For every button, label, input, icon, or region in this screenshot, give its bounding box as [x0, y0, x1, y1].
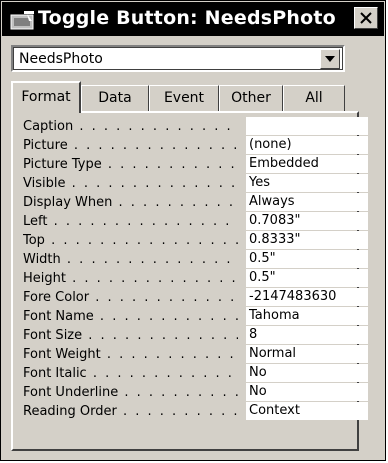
- property-row-height: Height . . . . . . . . . . . . . . . . .…: [23, 269, 368, 288]
- property-value-font-weight[interactable]: Normal: [246, 345, 368, 363]
- property-label: Display When . . . . . . . . . . . . . .…: [23, 193, 238, 212]
- property-label: Left . . . . . . . . . . . . . . . . . .…: [23, 212, 238, 231]
- leader-dots: . . . . . . . . . . . . . . . . . . . . …: [95, 290, 238, 305]
- window-title: Toggle Button: NeedsPhoto: [38, 7, 336, 29]
- property-sheet-window: Toggle Button: NeedsPhoto NeedsPhoto For…: [0, 0, 386, 461]
- property-row-top: Top . . . . . . . . . . . . . . . . . . …: [23, 231, 368, 250]
- property-value-font-underline[interactable]: No: [246, 383, 368, 401]
- leader-dots: . . . . . . . . . . . . . . . . . . . . …: [79, 119, 238, 134]
- property-value-reading-order[interactable]: Context: [246, 402, 368, 420]
- property-value-height[interactable]: 0.5": [246, 269, 368, 287]
- leader-dots: . . . . . . . . . . . . . . . . . . . . …: [124, 385, 238, 400]
- leader-dots: . . . . . . . . . . . . . . . . . . . . …: [107, 157, 238, 172]
- property-label: Font Italic . . . . . . . . . . . . . . …: [23, 364, 238, 383]
- property-label: Caption . . . . . . . . . . . . . . . . …: [23, 117, 238, 136]
- property-label-text: Font Italic: [23, 366, 87, 381]
- leader-dots: . . . . . . . . . . . . . . . . . . . . …: [122, 404, 238, 419]
- property-label-text: Font Weight: [23, 347, 101, 362]
- property-label: Font Weight . . . . . . . . . . . . . . …: [23, 345, 238, 364]
- property-value-display-when[interactable]: Always: [246, 193, 368, 211]
- property-value-font-size[interactable]: 8: [246, 326, 368, 344]
- leader-dots: . . . . . . . . . . . . . . . . . . . . …: [51, 233, 238, 248]
- leader-dots: . . . . . . . . . . . . . . . . . . . . …: [73, 138, 238, 153]
- tab-all[interactable]: All: [283, 85, 345, 111]
- property-label-text: Height: [23, 271, 66, 286]
- property-label: Height . . . . . . . . . . . . . . . . .…: [23, 269, 238, 288]
- property-label: Font Size . . . . . . . . . . . . . . . …: [23, 326, 238, 345]
- leader-dots: . . . . . . . . . . . . . . . . . . . . …: [118, 195, 238, 210]
- property-row-display-when: Display When . . . . . . . . . . . . . .…: [23, 193, 368, 212]
- property-label-text: Left: [23, 214, 48, 229]
- property-label: Width . . . . . . . . . . . . . . . . . …: [23, 250, 238, 269]
- toggle-button-properties-icon: [10, 10, 36, 30]
- property-value-picture-type[interactable]: Embedded: [246, 155, 368, 173]
- property-label: Reading Order . . . . . . . . . . . . . …: [23, 402, 238, 421]
- object-selector-value: NeedsPhoto: [19, 51, 103, 67]
- property-value-width[interactable]: 0.5": [246, 250, 368, 268]
- property-label-text: Display When: [23, 195, 113, 210]
- leader-dots: . . . . . . . . . . . . . . . . . . . . …: [72, 271, 238, 286]
- property-value-visible[interactable]: Yes: [246, 174, 368, 192]
- property-value-fore-color[interactable]: -2147483630: [246, 288, 368, 306]
- close-icon: [360, 12, 372, 24]
- property-label-text: Reading Order: [23, 404, 117, 419]
- property-label: Font Underline . . . . . . . . . . . . .…: [23, 383, 238, 402]
- tab-data[interactable]: Data: [81, 85, 149, 111]
- dropdown-button[interactable]: [320, 49, 340, 69]
- property-row-picture: Picture . . . . . . . . . . . . . . . . …: [23, 136, 368, 155]
- property-row-font-size: Font Size . . . . . . . . . . . . . . . …: [23, 326, 368, 345]
- property-label: Fore Color . . . . . . . . . . . . . . .…: [23, 288, 238, 307]
- tab-format[interactable]: Format: [11, 81, 81, 113]
- object-selector-dropdown[interactable]: NeedsPhoto: [11, 45, 345, 72]
- property-value-font-italic[interactable]: No: [246, 364, 368, 382]
- property-row-fore-color: Fore Color . . . . . . . . . . . . . . .…: [23, 288, 368, 307]
- property-row-reading-order: Reading Order . . . . . . . . . . . . . …: [23, 402, 368, 421]
- property-row-font-underline: Font Underline . . . . . . . . . . . . .…: [23, 383, 368, 402]
- property-label-text: Fore Color: [23, 290, 90, 305]
- leader-dots: . . . . . . . . . . . . . . . . . . . . …: [66, 252, 238, 267]
- property-row-left: Left . . . . . . . . . . . . . . . . . .…: [23, 212, 368, 231]
- property-label-text: Caption: [23, 119, 74, 134]
- leader-dots: . . . . . . . . . . . . . . . . . . . . …: [99, 309, 238, 324]
- property-label: Font Name . . . . . . . . . . . . . . . …: [23, 307, 238, 326]
- property-row-font-name: Font Name . . . . . . . . . . . . . . . …: [23, 307, 368, 326]
- property-label-text: Visible: [23, 176, 66, 191]
- close-button[interactable]: [354, 7, 378, 29]
- leader-dots: . . . . . . . . . . . . . . . . . . . . …: [106, 347, 238, 362]
- title-bar[interactable]: Toggle Button: NeedsPhoto: [2, 2, 384, 36]
- property-row-visible: Visible . . . . . . . . . . . . . . . . …: [23, 174, 368, 193]
- property-row-font-weight: Font Weight . . . . . . . . . . . . . . …: [23, 345, 368, 364]
- property-label: Visible . . . . . . . . . . . . . . . . …: [23, 174, 238, 193]
- property-row-font-italic: Font Italic . . . . . . . . . . . . . . …: [23, 364, 368, 383]
- property-value-font-name[interactable]: Tahoma: [246, 307, 368, 325]
- property-label: Picture . . . . . . . . . . . . . . . . …: [23, 136, 238, 155]
- leader-dots: . . . . . . . . . . . . . . . . . . . . …: [71, 176, 238, 191]
- tab-event[interactable]: Event: [149, 85, 219, 111]
- property-value-caption[interactable]: [246, 117, 368, 135]
- property-row-width: Width . . . . . . . . . . . . . . . . . …: [23, 250, 368, 269]
- property-label-text: Picture: [23, 138, 68, 153]
- tab-other[interactable]: Other: [219, 85, 283, 111]
- property-row-caption: Caption . . . . . . . . . . . . . . . . …: [23, 117, 368, 136]
- property-label: Top . . . . . . . . . . . . . . . . . . …: [23, 231, 238, 250]
- property-value-left[interactable]: 0.7083": [246, 212, 368, 230]
- leader-dots: . . . . . . . . . . . . . . . . . . . . …: [53, 214, 238, 229]
- property-list: Caption . . . . . . . . . . . . . . . . …: [23, 117, 368, 421]
- property-row-picture-type: Picture Type . . . . . . . . . . . . . .…: [23, 155, 368, 174]
- property-label-text: Font Underline: [23, 385, 119, 400]
- property-label-text: Font Size: [23, 328, 83, 343]
- leader-dots: . . . . . . . . . . . . . . . . . . . . …: [92, 366, 238, 381]
- property-value-picture[interactable]: (none): [246, 136, 368, 154]
- property-label-text: Width: [23, 252, 61, 267]
- property-label-text: Top: [23, 233, 45, 248]
- format-tab-panel: Caption . . . . . . . . . . . . . . . . …: [11, 111, 368, 451]
- chevron-down-icon: [325, 56, 335, 62]
- property-value-top[interactable]: 0.8333": [246, 231, 368, 249]
- property-label-text: Font Name: [23, 309, 94, 324]
- property-label-text: Picture Type: [23, 157, 102, 172]
- property-label: Picture Type . . . . . . . . . . . . . .…: [23, 155, 238, 174]
- leader-dots: . . . . . . . . . . . . . . . . . . . . …: [88, 328, 238, 343]
